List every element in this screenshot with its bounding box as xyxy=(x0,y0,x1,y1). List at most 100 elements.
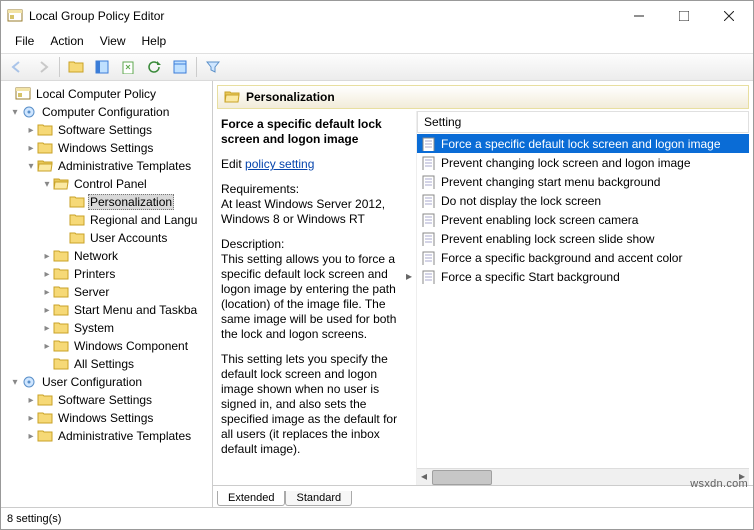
tree-item[interactable]: ▸Network xyxy=(3,247,212,265)
folder-icon xyxy=(53,302,69,318)
watermark: wsxdn.com xyxy=(690,478,748,490)
tree-item[interactable]: ▸Windows Settings xyxy=(3,409,212,427)
tree-item-label: Software Settings xyxy=(56,123,154,137)
menu-bar: File Action View Help xyxy=(1,31,753,53)
tree-item-label: Network xyxy=(72,249,120,263)
up-button[interactable] xyxy=(64,56,88,78)
menu-file[interactable]: File xyxy=(9,33,40,49)
forward-button xyxy=(31,56,55,78)
description-panel: Force a specific default lock screen and… xyxy=(217,111,417,485)
tree-item[interactable]: User Accounts xyxy=(3,229,212,247)
column-header-setting[interactable]: Setting xyxy=(417,111,749,133)
tree-item[interactable]: ▸Software Settings xyxy=(3,121,212,139)
list-item-label: Prevent enabling lock screen slide show xyxy=(441,232,654,246)
list-item[interactable]: Prevent enabling lock screen camera xyxy=(417,210,749,229)
tree-item-label: Administrative Templates xyxy=(56,429,193,443)
list-item-label: Force a specific Start background xyxy=(441,270,620,284)
scroll-arrow-icon[interactable]: ▸ xyxy=(402,261,416,291)
list-item-label: Prevent changing start menu background xyxy=(441,175,660,189)
maximize-button[interactable] xyxy=(661,1,706,31)
tree-item-label: Windows Settings xyxy=(56,411,155,425)
tab-extended[interactable]: Extended xyxy=(217,491,285,506)
window-title: Local Group Policy Editor xyxy=(29,9,164,23)
folder-icon xyxy=(37,392,53,408)
tree-item[interactable]: ▸Start Menu and Taskba xyxy=(3,301,212,319)
tree-item-label: Regional and Langu xyxy=(88,213,199,227)
show-hide-tree-button[interactable] xyxy=(90,56,114,78)
folder-icon xyxy=(53,338,69,354)
tree-item[interactable]: ▾Administrative Templates xyxy=(3,157,212,175)
tree-item[interactable]: ▸System xyxy=(3,319,212,337)
policy-icon xyxy=(421,137,437,151)
titlebar[interactable]: Local Group Policy Editor xyxy=(1,1,753,31)
list-item[interactable]: Force a specific Start background xyxy=(417,267,749,286)
tab-standard[interactable]: Standard xyxy=(285,491,352,506)
tree-item[interactable]: ▾User Configuration xyxy=(3,373,212,391)
tree-item[interactable]: Regional and Langu xyxy=(3,211,212,229)
config-icon xyxy=(21,104,37,120)
policy-icon xyxy=(421,232,437,246)
selected-setting-title: Force a specific default lock screen and… xyxy=(221,117,382,146)
minimize-button[interactable] xyxy=(616,1,661,31)
list-item[interactable]: Force a specific default lock screen and… xyxy=(417,134,749,153)
list-item[interactable]: Do not display the lock screen xyxy=(417,191,749,210)
folder-icon xyxy=(53,320,69,336)
list-item-label: Prevent enabling lock screen camera xyxy=(441,213,638,227)
tree-item[interactable]: ▸Printers xyxy=(3,265,212,283)
tree-item[interactable]: ▾Computer Configuration xyxy=(3,103,212,121)
tree-item[interactable]: Personalization xyxy=(3,193,212,211)
tree-item[interactable]: ▸Windows Component xyxy=(3,337,212,355)
tree-item-label: Printers xyxy=(72,267,117,281)
tree-item[interactable]: ▸Software Settings xyxy=(3,391,212,409)
list-item[interactable]: Prevent changing start menu background xyxy=(417,172,749,191)
tree-item-label: System xyxy=(72,321,116,335)
tree-item[interactable]: ▸Administrative Templates xyxy=(3,427,212,445)
close-button[interactable] xyxy=(706,1,751,31)
policy-icon xyxy=(421,156,437,170)
filter-button[interactable] xyxy=(201,56,225,78)
tree-item-label: User Configuration xyxy=(40,375,144,389)
tree-item[interactable]: ▸Windows Settings xyxy=(3,139,212,157)
tree-root[interactable]: Local Computer Policy xyxy=(3,85,212,103)
nav-tree[interactable]: Local Computer Policy ▾Computer Configur… xyxy=(1,81,213,507)
tree-item[interactable]: All Settings xyxy=(3,355,212,373)
list-item-label: Prevent changing lock screen and logon i… xyxy=(441,156,691,170)
edit-policy-link[interactable]: policy setting xyxy=(245,157,314,171)
export-button[interactable] xyxy=(116,56,140,78)
tree-item-label: All Settings xyxy=(72,357,136,371)
refresh-button[interactable] xyxy=(142,56,166,78)
menu-view[interactable]: View xyxy=(94,33,132,49)
menu-help[interactable]: Help xyxy=(136,33,173,49)
list-item[interactable]: Prevent changing lock screen and logon i… xyxy=(417,153,749,172)
mmc-icon xyxy=(15,86,31,102)
properties-button[interactable] xyxy=(168,56,192,78)
folder-icon xyxy=(53,284,69,300)
list-item-label: Do not display the lock screen xyxy=(441,194,601,208)
tree-item-label: Software Settings xyxy=(56,393,154,407)
tree-item[interactable]: ▸Server xyxy=(3,283,212,301)
folder-icon xyxy=(53,356,69,372)
tree-item[interactable]: ▾Control Panel xyxy=(3,175,212,193)
folder-icon xyxy=(69,230,85,246)
back-button xyxy=(5,56,29,78)
folder-icon xyxy=(53,176,69,192)
folder-open-icon xyxy=(224,89,240,105)
tree-item-label: Start Menu and Taskba xyxy=(72,303,199,317)
list-item[interactable]: Force a specific background and accent c… xyxy=(417,248,749,267)
list-item[interactable]: Prevent enabling lock screen slide show xyxy=(417,229,749,248)
tree-item-label: Computer Configuration xyxy=(40,105,171,119)
tree-item-label: Control Panel xyxy=(72,177,149,191)
folder-icon xyxy=(69,212,85,228)
tree-item-label: Administrative Templates xyxy=(56,159,193,173)
folder-icon xyxy=(37,140,53,156)
policy-icon xyxy=(421,251,437,265)
app-icon xyxy=(7,8,23,24)
config-icon xyxy=(21,374,37,390)
folder-icon xyxy=(37,122,53,138)
settings-list[interactable]: Force a specific default lock screen and… xyxy=(417,134,749,468)
policy-icon xyxy=(421,213,437,227)
folder-icon xyxy=(53,266,69,282)
menu-action[interactable]: Action xyxy=(44,33,89,49)
policy-icon xyxy=(421,175,437,189)
tree-item-label: Windows Settings xyxy=(56,141,155,155)
